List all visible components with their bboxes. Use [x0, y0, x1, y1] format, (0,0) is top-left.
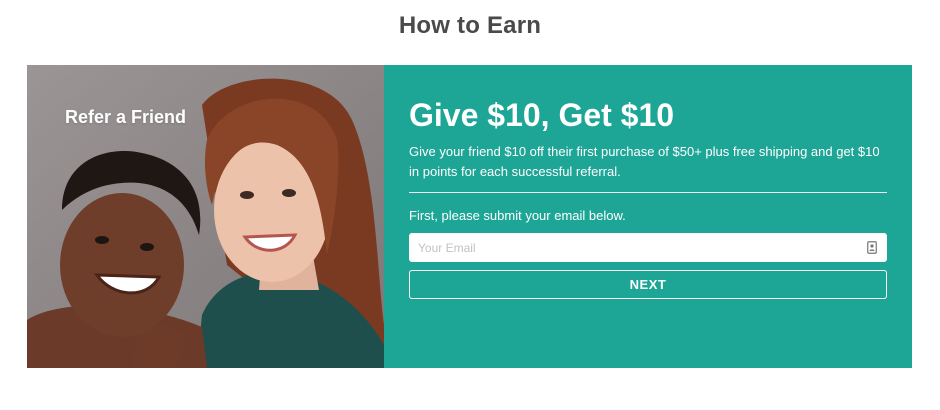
email-input[interactable]: [409, 233, 849, 262]
next-button[interactable]: NEXT: [409, 270, 887, 299]
email-field[interactable]: [409, 233, 887, 262]
refer-a-friend-label: Refer a Friend: [65, 107, 187, 127]
contact-card-icon[interactable]: [867, 241, 877, 254]
referral-photo: Refer a Friend: [27, 65, 384, 368]
divider: [409, 192, 887, 193]
offer-headline: Give $10, Get $10: [409, 97, 675, 133]
offer-description: Give your friend $10 off their first pur…: [409, 144, 880, 179]
page-title: How to Earn: [398, 12, 542, 39]
referral-banner: Refer a Friend Give $10, Get $10 Give yo…: [27, 65, 912, 368]
email-prompt: First, please submit your email below.: [409, 208, 626, 223]
referral-form-panel: Give $10, Get $10 Give your friend $10 o…: [384, 65, 912, 368]
